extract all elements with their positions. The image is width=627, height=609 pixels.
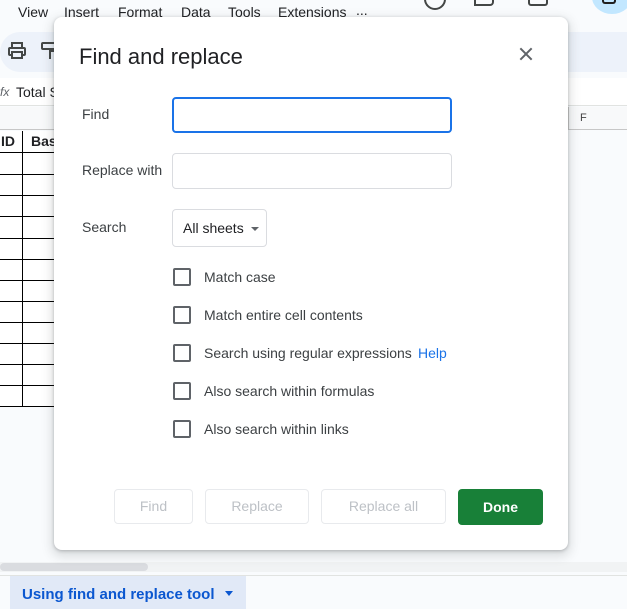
replace-label: Replace with (82, 162, 163, 178)
grid-line (0, 259, 60, 260)
within-links-label[interactable]: Also search within links (204, 421, 349, 437)
grid-line (22, 131, 23, 407)
fx-icon: fx (0, 85, 10, 99)
grid-line (0, 152, 60, 153)
close-icon[interactable] (518, 46, 534, 62)
replace-button[interactable]: Replace (205, 489, 309, 524)
comment-icon[interactable] (474, 0, 494, 6)
meet-icon[interactable] (528, 0, 548, 6)
sheet-tab[interactable]: Using find and replace tool (10, 576, 246, 609)
match-entire-cell-checkbox[interactable] (173, 306, 191, 324)
match-entire-cell-label[interactable]: Match entire cell contents (204, 307, 363, 323)
grid-line (0, 238, 60, 239)
column-separator (568, 107, 569, 130)
match-case-label[interactable]: Match case (204, 269, 276, 285)
within-formulas-checkbox[interactable] (173, 382, 191, 400)
find-input[interactable] (172, 97, 452, 133)
print-icon[interactable] (7, 41, 27, 61)
grid-line (0, 174, 60, 175)
grid-line (0, 280, 60, 281)
regex-label[interactable]: Search using regular expressions (204, 345, 412, 361)
search-scope-select[interactable]: All sheets (172, 209, 267, 247)
search-label: Search (82, 219, 127, 235)
menu-view[interactable]: View (18, 4, 48, 20)
grid-line (0, 343, 60, 344)
grid-line (0, 216, 60, 217)
regex-checkbox[interactable] (173, 344, 191, 362)
avatar[interactable] (592, 0, 627, 14)
grid-line (0, 364, 60, 365)
search-scope-value: All sheets (183, 220, 244, 236)
match-case-checkbox[interactable] (173, 268, 191, 286)
within-links-checkbox[interactable] (173, 420, 191, 438)
chevron-down-icon (251, 227, 259, 231)
done-button[interactable]: Done (458, 489, 543, 525)
find-replace-dialog: Find and replace Find Replace with Searc… (54, 17, 568, 550)
dialog-title: Find and replace (79, 44, 243, 69)
formula-text[interactable]: Total S (16, 84, 59, 100)
column-header-f[interactable]: F (580, 112, 587, 124)
sheet-grid[interactable] (0, 131, 60, 407)
menu-more[interactable]: ... (356, 2, 368, 18)
grid-line (0, 301, 60, 302)
find-button[interactable]: Find (114, 489, 193, 524)
help-link[interactable]: Help (418, 345, 447, 361)
replace-input[interactable] (172, 153, 452, 189)
horizontal-scrollbar-thumb[interactable] (0, 563, 148, 571)
grid-line (0, 195, 60, 196)
grid-line (0, 322, 60, 323)
grid-line (0, 385, 60, 386)
history-icon[interactable] (424, 0, 446, 10)
find-label: Find (82, 106, 110, 122)
grid-line (0, 406, 60, 407)
chevron-down-icon[interactable] (225, 591, 233, 596)
sheet-tab-label: Using find and replace tool (22, 586, 215, 603)
cell-header-id[interactable]: ID (0, 131, 22, 152)
replace-all-button[interactable]: Replace all (321, 489, 446, 524)
within-formulas-label[interactable]: Also search within formulas (204, 383, 374, 399)
